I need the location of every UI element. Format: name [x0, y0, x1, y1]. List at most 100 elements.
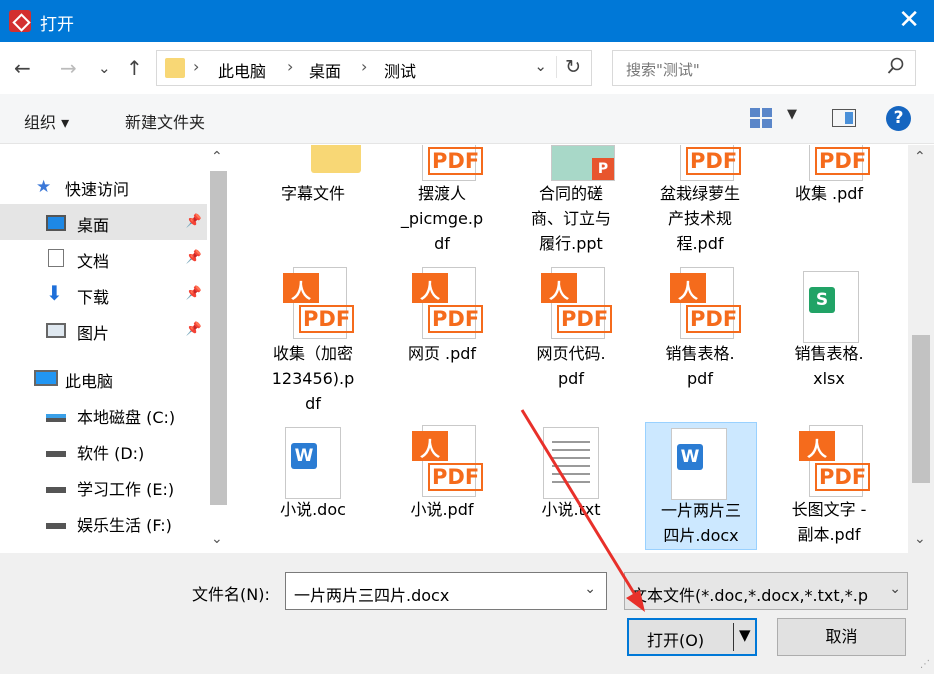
file-name: 小说.txt — [541, 500, 601, 519]
drive-icon — [46, 451, 66, 457]
preview-pane-icon[interactable] — [832, 109, 856, 127]
recent-locations-chevron-icon[interactable]: ⌄ — [98, 56, 111, 80]
filetype-value: 文本文件(*.doc,*.docx,*.txt,*.p — [631, 586, 868, 605]
file-name: 字幕文件 — [280, 184, 345, 203]
split-divider — [733, 623, 734, 651]
sidebar-item-drive-f[interactable]: 娱乐生活 (F:) — [0, 504, 208, 540]
breadcrumb-separator-icon: › — [193, 57, 200, 76]
sidebar-item-this-pc[interactable]: 此电脑 — [0, 360, 208, 396]
filename-dropdown-icon[interactable]: ⌄ — [584, 581, 596, 597]
sidebar-item-label: 快速访问 — [65, 180, 130, 199]
filetype-dropdown-icon[interactable]: ⌄ — [889, 581, 901, 597]
file-item-selected[interactable]: W 一片两片三 四片.docx — [645, 422, 757, 550]
pdf-file-icon: PDF — [670, 145, 742, 181]
address-dropdown-icon[interactable]: ⌄ — [534, 57, 547, 75]
file-item[interactable]: PDF 销售表格. pdf — [644, 267, 756, 397]
address-bar[interactable]: › 此电脑 › 桌面 › 测试 ⌄ ↻ — [156, 50, 592, 86]
sidebar-item-downloads[interactable]: ⬇ 下载 📌 — [0, 276, 208, 312]
file-item[interactable]: PDF 长图文字 - 副本.pdf — [773, 425, 885, 553]
folder-icon — [311, 145, 361, 173]
sidebar-item-pictures[interactable]: 图片 📌 — [0, 312, 208, 348]
breadcrumb-desktop[interactable]: 桌面 — [309, 58, 341, 82]
filetype-select[interactable]: 文本文件(*.doc,*.docx,*.txt,*.p ⌄ — [624, 572, 908, 610]
file-list-scrollbar[interactable]: ⌃ ⌄ — [908, 145, 934, 553]
file-item[interactable]: S 销售表格. xlsx — [773, 267, 885, 397]
file-item[interactable]: 小说.txt — [515, 425, 627, 535]
open-button[interactable]: 打开(O) ▼ — [627, 618, 757, 656]
word-file-icon: W — [671, 428, 727, 500]
file-item[interactable]: 合同的磋 商、订立与 履行.ppt — [515, 145, 627, 255]
drive-icon — [46, 487, 66, 493]
word-file-icon: W — [285, 427, 341, 499]
search-placeholder: 搜索"测试" — [626, 61, 700, 79]
file-item[interactable]: PDF 网页 .pdf — [386, 267, 498, 377]
desktop-icon — [46, 215, 66, 231]
file-name: 盆栽绿萝生 产技术规 程.pdf — [659, 184, 740, 253]
breadcrumb-test[interactable]: 测试 — [384, 58, 416, 82]
sidebar-item-quick-access[interactable]: ★ 快速访问 — [0, 168, 208, 204]
pdf-file-icon: PDF — [541, 267, 613, 339]
navigation-pane: ★ 快速访问 桌面 📌 文档 📌 ⬇ 下载 📌 图片 📌 此电脑 本地磁盘 (C… — [0, 145, 230, 553]
help-icon[interactable]: ? — [886, 106, 911, 131]
sidebar-scrollbar[interactable]: ⌃ ⌄ — [207, 145, 230, 553]
file-item[interactable]: PDF 摆渡人 _picmge.p df — [386, 145, 498, 255]
pin-icon[interactable]: 📌 — [186, 322, 202, 337]
download-icon: ⬇ — [46, 281, 63, 305]
sidebar-item-documents[interactable]: 文档 📌 — [0, 240, 208, 276]
refresh-icon[interactable]: ↻ — [556, 56, 581, 78]
file-item[interactable]: PDF 网页代码. pdf — [515, 267, 627, 397]
up-arrow-icon[interactable]: ↑ — [126, 56, 143, 80]
search-icon[interactable] — [887, 57, 905, 75]
filename-value: 一片两片三四片.docx — [294, 586, 450, 605]
sidebar-scroll-thumb[interactable] — [210, 171, 227, 505]
sidebar-item-label: 软件 (D:) — [77, 444, 145, 463]
pin-icon[interactable]: 📌 — [186, 214, 202, 229]
sidebar-item-label: 学习工作 (E:) — [77, 480, 175, 499]
resize-grip-icon[interactable]: ⋰ — [920, 659, 930, 670]
file-name: 小说.doc — [280, 500, 346, 519]
command-toolbar: 组织 ▾ 新建文件夹 ▼ ? — [0, 94, 934, 144]
file-item[interactable]: W 小说.doc — [257, 425, 369, 535]
sidebar-item-drive-c[interactable]: 本地磁盘 (C:) — [0, 396, 208, 432]
search-input[interactable]: 搜索"测试" — [612, 50, 916, 86]
scroll-down-icon[interactable]: ⌄ — [211, 531, 223, 547]
new-folder-button[interactable]: 新建文件夹 — [125, 109, 205, 133]
sidebar-item-drive-e[interactable]: 学习工作 (E:) — [0, 468, 208, 504]
scroll-up-icon[interactable]: ⌃ — [914, 149, 926, 165]
navigation-bar: ← → ⌄ ↑ › 此电脑 › 桌面 › 测试 ⌄ ↻ 搜索"测试" — [0, 42, 934, 94]
breadcrumb-separator-icon: › — [361, 57, 368, 76]
open-dropdown-icon[interactable]: ▼ — [739, 626, 751, 644]
pin-icon[interactable]: 📌 — [186, 286, 202, 301]
back-arrow-icon[interactable]: ← — [14, 56, 31, 80]
filename-label: 文件名(N): — [192, 585, 270, 604]
sidebar-item-label: 本地磁盘 (C:) — [77, 408, 176, 427]
close-icon[interactable]: ✕ — [898, 5, 920, 35]
file-item[interactable]: 字幕文件 — [257, 145, 369, 225]
sidebar-item-drive-d[interactable]: 软件 (D:) — [0, 432, 208, 468]
organize-button[interactable]: 组织 ▾ — [24, 109, 69, 133]
scroll-up-icon[interactable]: ⌃ — [211, 149, 223, 165]
pin-icon[interactable]: 📌 — [186, 250, 202, 265]
view-dropdown-icon[interactable]: ▼ — [787, 107, 797, 122]
view-options-icon[interactable] — [750, 108, 772, 128]
file-item[interactable]: PDF 盆栽绿萝生 产技术规 程.pdf — [644, 145, 756, 255]
scroll-down-icon[interactable]: ⌄ — [914, 531, 926, 547]
file-list-scroll-thumb[interactable] — [912, 335, 930, 483]
sidebar-item-label: 下载 — [77, 288, 110, 307]
file-name: 销售表格. xlsx — [794, 344, 864, 388]
picture-icon — [46, 323, 66, 338]
pdf-file-icon: PDF — [283, 267, 355, 339]
sidebar-item-label: 此电脑 — [65, 372, 114, 391]
forward-arrow-icon[interactable]: → — [60, 56, 77, 80]
excel-file-icon: S — [803, 271, 859, 343]
file-item[interactable]: PDF 小说.pdf — [386, 425, 498, 535]
file-name: 销售表格. pdf — [665, 344, 735, 388]
sidebar-item-desktop[interactable]: 桌面 📌 — [0, 204, 208, 240]
cancel-button[interactable]: 取消 — [777, 618, 906, 656]
filename-input[interactable]: 一片两片三四片.docx ⌄ — [285, 572, 607, 610]
file-name: 长图文字 - 副本.pdf — [791, 500, 867, 544]
file-item[interactable]: PDF 收集 .pdf — [773, 145, 885, 225]
breadcrumb-this-pc[interactable]: 此电脑 — [218, 58, 266, 82]
folder-icon — [165, 58, 185, 78]
file-item[interactable]: PDF 收集（加密 123456).p df — [257, 267, 369, 417]
